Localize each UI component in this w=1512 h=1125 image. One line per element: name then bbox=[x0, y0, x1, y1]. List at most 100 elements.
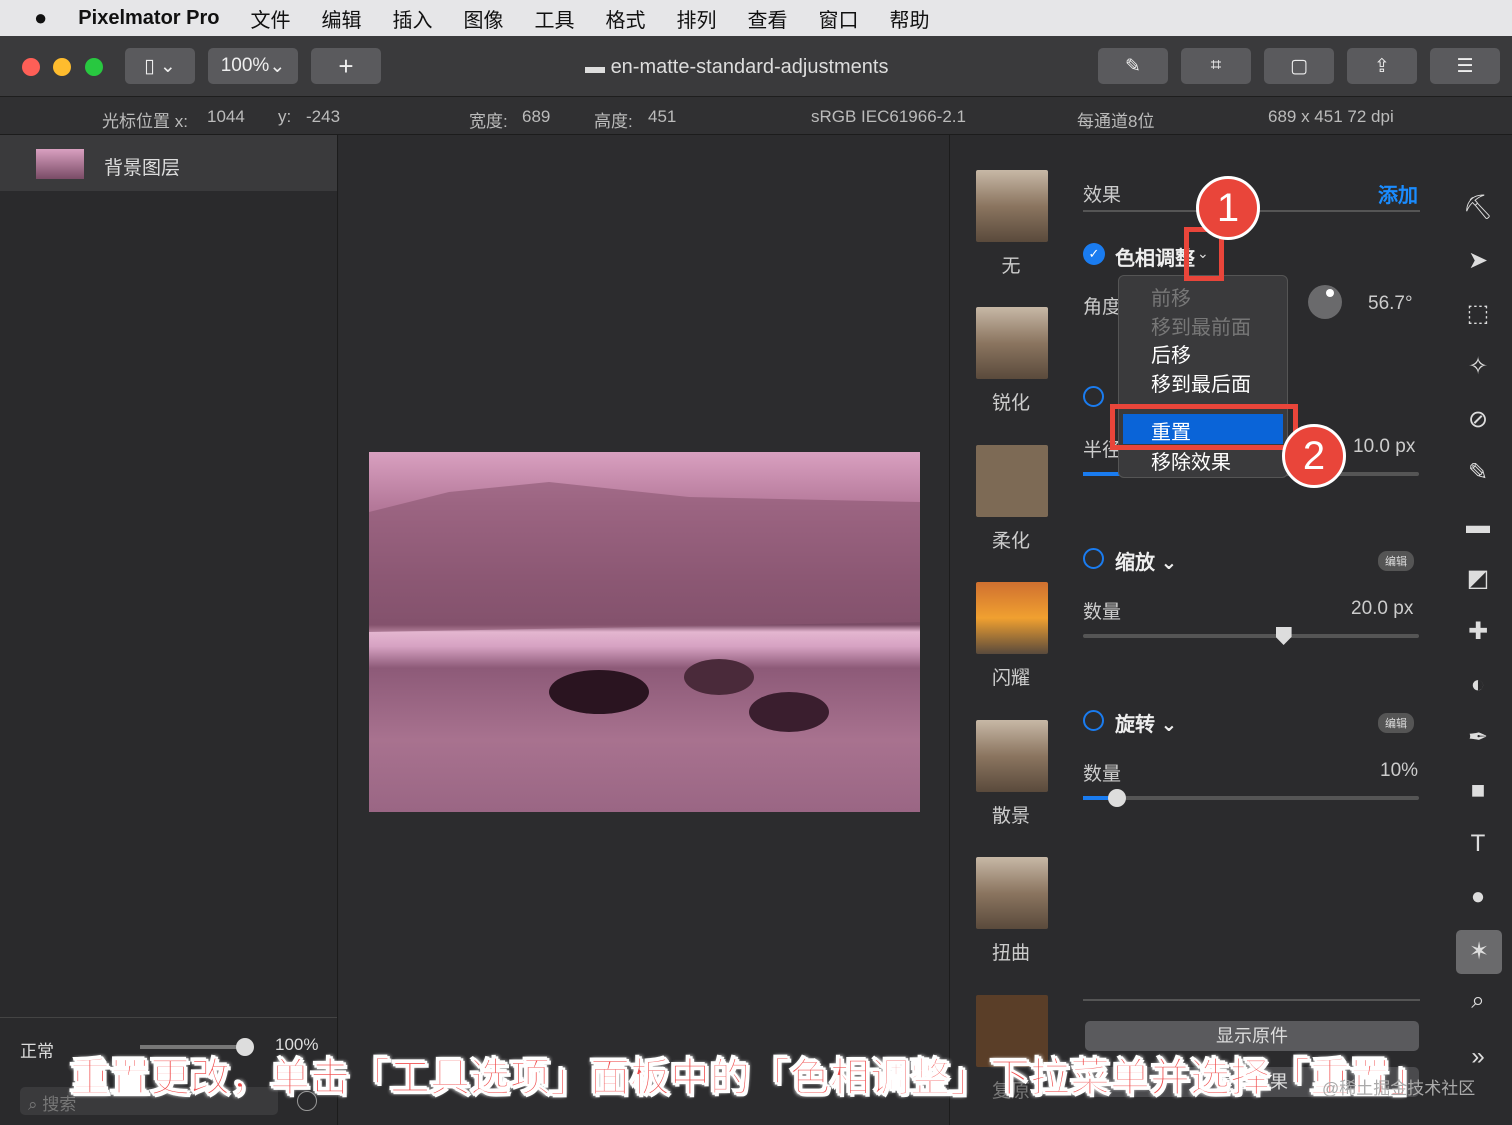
text-icon[interactable]: T bbox=[1462, 828, 1494, 860]
menu-item-bring-to-front[interactable]: 移到最前面 bbox=[1151, 311, 1251, 340]
cursor-y: -243 bbox=[306, 107, 341, 126]
menu-edit[interactable]: 编辑 bbox=[321, 4, 361, 33]
menu-view[interactable]: 查看 bbox=[747, 4, 787, 33]
brush-icon[interactable]: ✎ bbox=[1462, 457, 1494, 489]
spin-edit-button[interactable]: 编辑 bbox=[1378, 713, 1414, 733]
menu-tools[interactable]: 工具 bbox=[534, 4, 574, 33]
adjust-button[interactable]: ☰ bbox=[1430, 48, 1500, 84]
effect-label: 锐化 bbox=[991, 393, 1030, 414]
pen-icon[interactable]: ✒ bbox=[1462, 722, 1494, 754]
zoom-amount-slider[interactable] bbox=[1083, 627, 1419, 645]
horses-photo bbox=[369, 482, 920, 732]
minimize-button[interactable] bbox=[53, 58, 71, 76]
menu-file[interactable]: 文件 bbox=[250, 4, 290, 33]
zoom-window-button[interactable] bbox=[85, 58, 103, 76]
zoom-edit-button[interactable]: 编辑 bbox=[1378, 551, 1414, 571]
effect-thumb-sharpen[interactable] bbox=[976, 307, 1048, 379]
menu-item-remove-effect[interactable]: 移除效果 bbox=[1151, 446, 1231, 475]
spin-enabled-checkbox[interactable] bbox=[1083, 710, 1104, 731]
repair-icon[interactable]: ✚ bbox=[1462, 616, 1494, 648]
magic-select-icon[interactable]: ✧ bbox=[1462, 351, 1494, 383]
arrow-select-icon[interactable]: ➤ bbox=[1462, 245, 1494, 277]
effect-thumb-distort[interactable] bbox=[976, 857, 1048, 929]
menu-item-send-backward[interactable]: 后移 bbox=[1151, 339, 1191, 368]
color-profile: sRGB IEC61966-2.1 bbox=[811, 107, 966, 126]
share-button[interactable]: ⇪ bbox=[1347, 48, 1417, 84]
apple-icon[interactable]: ● bbox=[34, 5, 47, 31]
add-button[interactable]: + bbox=[311, 48, 381, 84]
radius-value: 10.0 px bbox=[1353, 436, 1416, 457]
cursor-x-label: 光标位置 x: bbox=[102, 112, 188, 131]
blend-mode-select[interactable]: 正常 bbox=[20, 1037, 54, 1062]
blur-enabled-checkbox[interactable] bbox=[1083, 386, 1104, 407]
menu-image[interactable]: 图像 bbox=[463, 4, 503, 33]
zoom-amount-value: 20.0 px bbox=[1351, 598, 1414, 619]
spin-effect-name[interactable]: 旋转 ⌄ bbox=[1115, 708, 1177, 737]
height-label: 高度: bbox=[594, 112, 633, 131]
step-badge-1: 1 bbox=[1196, 176, 1260, 240]
effect-label: 无 bbox=[1001, 256, 1021, 277]
menu-arrange[interactable]: 排列 bbox=[676, 4, 716, 33]
menu-format[interactable]: 格式 bbox=[605, 4, 645, 33]
toolbar: ▯ ⌄ 100% ⌄ + ▬ en-matte-standard-adjustme… bbox=[0, 36, 1512, 97]
add-effect-link[interactable]: 添加 bbox=[1378, 179, 1418, 208]
cursor-x: 1044 bbox=[207, 107, 245, 126]
info-bar: 光标位置 x: 1044 y: -243 宽度: 689 高度: 451 sRG… bbox=[0, 97, 1512, 135]
layers-sidebar: 背景图层 正常 100% ⌕ 搜索 bbox=[0, 135, 338, 1125]
width-value: 689 bbox=[522, 107, 551, 126]
zoom-amount-label: 数量 bbox=[1083, 602, 1122, 623]
rect-select-icon[interactable]: ⬚ bbox=[1462, 298, 1494, 330]
angle-dial[interactable] bbox=[1308, 285, 1342, 319]
angle-label: 角度 bbox=[1083, 297, 1122, 318]
cursor-y-label: y: bbox=[278, 107, 292, 126]
angle-value: 56.7° bbox=[1368, 293, 1413, 314]
effect-thumb-glow[interactable] bbox=[976, 582, 1048, 654]
brush-tool-button[interactable]: ✎ bbox=[1098, 48, 1168, 84]
hue-enabled-checkbox[interactable]: ✓ bbox=[1083, 243, 1105, 265]
app-menu[interactable]: Pixelmator Pro bbox=[78, 7, 219, 30]
highlight-box-reset bbox=[1110, 404, 1298, 450]
clone-icon[interactable]: ◐ bbox=[1462, 669, 1494, 701]
layer-row[interactable]: 背景图层 bbox=[0, 135, 337, 191]
menu-item-send-to-back[interactable]: 移到最后面 bbox=[1151, 368, 1251, 397]
document-button[interactable]: ▢ bbox=[1264, 48, 1334, 84]
effect-thumb-bokeh[interactable] bbox=[976, 720, 1048, 792]
effect-label: 扭曲 bbox=[991, 943, 1030, 964]
menu-insert[interactable]: 插入 bbox=[392, 4, 432, 33]
zoom-select[interactable]: 100% ⌄ bbox=[208, 48, 298, 84]
slider-knob[interactable] bbox=[1107, 789, 1126, 807]
effect-thumb-soften[interactable] bbox=[976, 445, 1048, 517]
hue-effect-name: 色相调整 bbox=[1115, 248, 1195, 270]
effect-label: 柔化 bbox=[991, 531, 1030, 552]
sidebar-toggle-button[interactable]: ▯ ⌄ bbox=[125, 48, 195, 84]
menu-window[interactable]: 窗口 bbox=[818, 4, 858, 33]
effect-thumb-none[interactable] bbox=[976, 170, 1048, 242]
crop-button[interactable]: ⌗ bbox=[1181, 48, 1251, 84]
paint-bucket-icon[interactable]: ⛏ bbox=[1462, 192, 1494, 224]
color-adjust-icon[interactable]: ● bbox=[1462, 881, 1494, 913]
image-dimensions: 689 x 451 72 dpi bbox=[1268, 107, 1394, 126]
more-tools-icon[interactable]: » bbox=[1462, 1041, 1494, 1073]
zoom-effect-name[interactable]: 缩放 ⌄ bbox=[1115, 546, 1177, 575]
menu-bar: ● Pixelmator Pro 文件 编辑 插入 图像 工具 格式 排列 查看… bbox=[0, 0, 1512, 36]
zoom-tool-icon[interactable]: ⌕ bbox=[1462, 985, 1494, 1017]
document-title: ▬ en-matte-standard-adjustments bbox=[585, 56, 889, 78]
bit-depth: 每通道8位 bbox=[1077, 112, 1155, 131]
gradient-icon[interactable]: ▬ bbox=[1462, 510, 1494, 542]
eyedropper-icon[interactable]: ⊘ bbox=[1462, 404, 1494, 436]
eraser-icon[interactable]: ◩ bbox=[1462, 563, 1494, 595]
tutorial-caption: 重置更改，单击「工具选项」面板中的「色相调整」下拉菜单并选择「重置」 bbox=[70, 1056, 1431, 1101]
zoom-enabled-checkbox[interactable] bbox=[1083, 548, 1104, 569]
divider bbox=[0, 1017, 337, 1018]
effects-tool-icon[interactable]: ✶ bbox=[1456, 930, 1502, 974]
image-canvas[interactable] bbox=[369, 452, 920, 812]
menu-item-bring-forward[interactable]: 前移 bbox=[1151, 282, 1191, 311]
effects-title: 效果 bbox=[1083, 185, 1122, 206]
spin-amount-slider[interactable] bbox=[1083, 789, 1419, 807]
watermark: @稀土掘金技术社区 bbox=[1322, 1079, 1476, 1098]
menu-help[interactable]: 帮助 bbox=[889, 4, 929, 33]
shape-icon[interactable]: ■ bbox=[1462, 775, 1494, 807]
slider-knob[interactable] bbox=[1275, 627, 1292, 645]
close-button[interactable] bbox=[22, 58, 40, 76]
spin-amount-value: 10% bbox=[1380, 760, 1419, 781]
